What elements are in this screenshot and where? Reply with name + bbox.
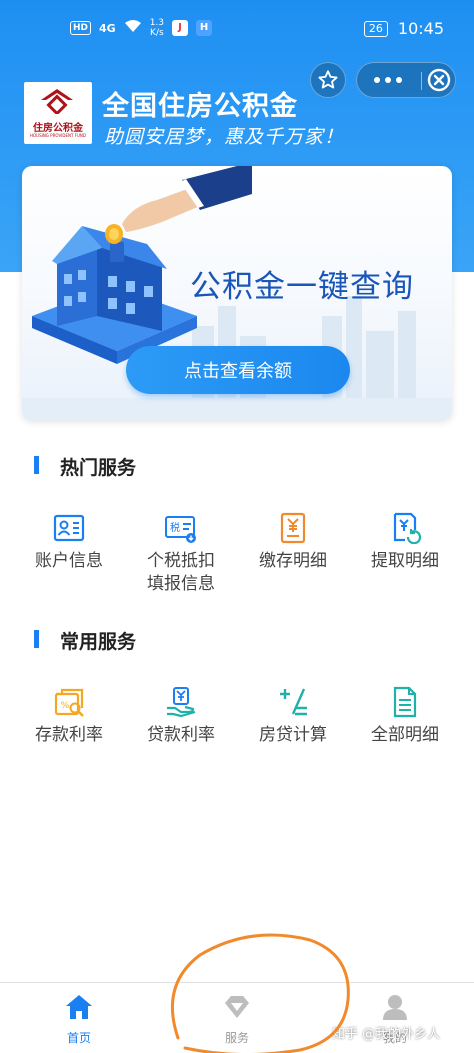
diamond-icon xyxy=(225,996,249,1018)
app-slogan: 助圆安居梦，惠及千万家！ xyxy=(104,126,345,148)
star-icon xyxy=(318,70,338,89)
svg-text:税: 税 xyxy=(170,521,180,534)
app-title: 全国住房公积金 xyxy=(102,91,298,122)
service-label: 贷款利率 xyxy=(147,725,215,745)
tab-label: 首页 xyxy=(66,1031,91,1045)
id-card-icon xyxy=(53,514,85,542)
tab-label: 服务 xyxy=(224,1031,249,1045)
balance-query-banner[interactable]: 公积金一键查询 点击查看余额 xyxy=(22,166,452,420)
close-button[interactable] xyxy=(425,66,453,94)
service-label: 存款利率 xyxy=(35,725,103,745)
status-bar: HD 4G 1.3 K/s J H 26 10:45 xyxy=(0,0,474,60)
section-marker xyxy=(34,630,39,648)
service-label: 账户信息 xyxy=(35,551,103,571)
calculator-icon xyxy=(280,688,307,716)
hot-services-title: 热门服务 xyxy=(60,457,137,479)
check-balance-button[interactable]: 点击查看余额 xyxy=(126,346,350,394)
clock: 10:45 xyxy=(397,19,444,38)
app-logo: 住房公积金 HOUSING PROVIDENT FUND xyxy=(24,82,92,144)
service-label: 提取明细 xyxy=(371,551,439,571)
logo-subtext: HOUSING PROVIDENT FUND xyxy=(30,133,86,138)
service-label: 个税抵扣 填报信息 xyxy=(147,551,215,594)
housing-fund-logo-icon xyxy=(41,89,73,114)
tab-mine[interactable]: 我的 xyxy=(336,983,454,1053)
section-marker xyxy=(34,456,39,474)
yuan-refresh-icon xyxy=(393,512,421,544)
close-icon xyxy=(427,68,451,92)
jd-app-icon: J xyxy=(172,20,189,36)
battery-icon: 26 xyxy=(363,20,388,37)
loan-rate-icon xyxy=(167,687,196,718)
signal-icon: 4G xyxy=(99,21,116,35)
tab-services[interactable]: 服务 xyxy=(178,983,296,1053)
hd-indicator: HD xyxy=(70,21,92,35)
tab-home[interactable]: 首页 xyxy=(20,983,138,1053)
home-icon xyxy=(66,995,92,1019)
watermark: 知乎 @我的外乡人 xyxy=(332,1027,441,1042)
bottom-tab-bar: 首页 服务 我的 xyxy=(0,982,474,1053)
service-label: 房贷计算 xyxy=(259,725,327,745)
common-services-title: 常用服务 xyxy=(60,631,137,653)
app-notification-icon: H xyxy=(196,20,213,36)
yuan-document-icon xyxy=(280,512,306,544)
service-label: 全部明细 xyxy=(371,725,439,745)
favorite-button[interactable] xyxy=(310,62,346,98)
deposit-rate-icon: % xyxy=(54,688,84,717)
logo-text: 住房公积金 xyxy=(33,123,83,134)
network-speed: 1.3 K/s xyxy=(149,18,165,38)
wifi-icon xyxy=(124,19,142,37)
svg-text:%: % xyxy=(61,701,70,711)
more-button[interactable] xyxy=(357,63,419,97)
service-label: 缴存明细 xyxy=(259,551,327,571)
miniprogram-capsule xyxy=(356,62,456,98)
banner-title: 公积金一键查询 xyxy=(190,269,414,305)
tax-icon: 税 xyxy=(165,516,196,543)
document-list-icon xyxy=(393,686,417,718)
user-icon xyxy=(383,995,407,1020)
